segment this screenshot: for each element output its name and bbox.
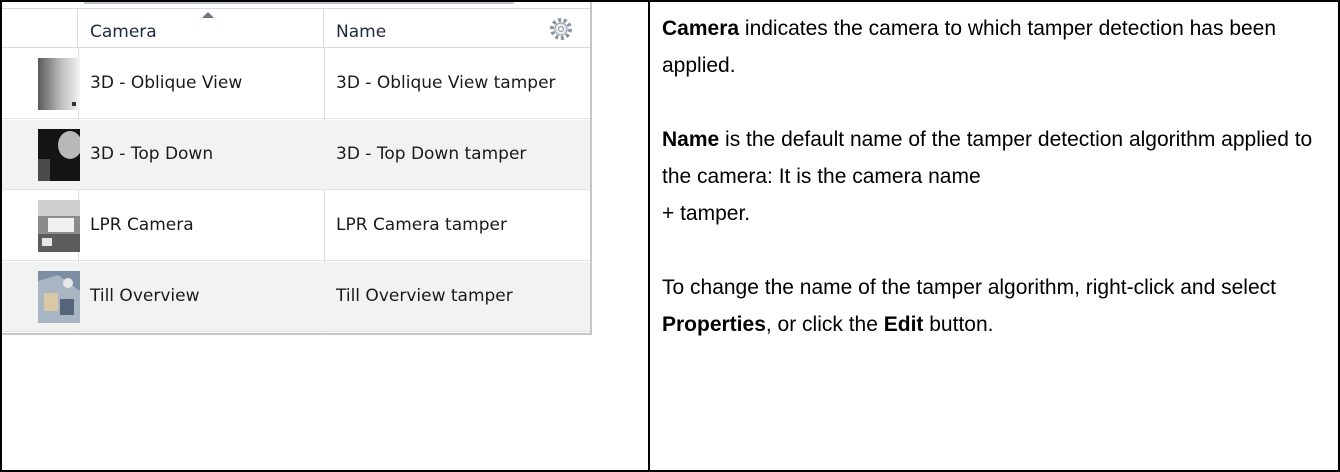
- list-header: Camera Name: [2, 8, 590, 48]
- list-item[interactable]: 3D - Top Down 3D - Top Down tamper: [2, 120, 590, 190]
- column-settings-gear-icon[interactable]: [546, 13, 576, 43]
- camera-list-screenshot: Camera Name 3D - Oblique View 3D - Obliq…: [2, 2, 592, 335]
- screenshot-cell: Camera Name 3D - Oblique View 3D - Obliq…: [2, 2, 650, 470]
- sort-ascending-icon: [202, 12, 214, 18]
- camera-thumbnail: [38, 271, 80, 323]
- thumbnail-column-header: [2, 9, 78, 47]
- list-item[interactable]: LPR Camera LPR Camera tamper: [2, 191, 590, 261]
- name-cell: 3D - Oblique View tamper: [336, 73, 556, 93]
- name-description: Name is the default name of the tamper d…: [662, 128, 1313, 188]
- name-column-header[interactable]: Name: [324, 9, 590, 47]
- name-term: Name: [662, 128, 720, 151]
- camera-cell: LPR Camera: [90, 215, 194, 235]
- camera-description: Camera indicates the camera to which tam…: [662, 17, 1277, 77]
- camera-thumbnail: [38, 129, 80, 181]
- list-item[interactable]: 3D - Oblique View 3D - Oblique View tamp…: [2, 49, 590, 119]
- description-cell: Camera indicates the camera to which tam…: [652, 2, 1338, 470]
- name-suffix: + tamper.: [662, 202, 751, 225]
- camera-thumbnail: [38, 200, 80, 252]
- document-table: Camera Name 3D - Oblique View 3D - Obliq…: [0, 0, 1340, 472]
- change-name-instructions: To change the name of the tamper algorit…: [662, 276, 1276, 336]
- name-cell: LPR Camera tamper: [336, 215, 507, 235]
- camera-cell: 3D - Top Down: [90, 144, 214, 164]
- list-item[interactable]: Till Overview Till Overview tamper: [2, 262, 590, 332]
- camera-column-header[interactable]: Camera: [78, 9, 324, 47]
- name-cell: Till Overview tamper: [336, 286, 513, 306]
- name-cell: 3D - Top Down tamper: [336, 144, 527, 164]
- edit-term: Edit: [883, 313, 924, 336]
- camera-term: Camera: [662, 17, 740, 40]
- camera-thumbnail: [38, 58, 80, 110]
- camera-column-label: Camera: [90, 22, 157, 42]
- camera-cell: 3D - Oblique View: [90, 73, 243, 93]
- camera-cell: Till Overview: [90, 286, 200, 306]
- properties-term: Properties: [662, 313, 766, 336]
- name-column-label: Name: [336, 22, 387, 42]
